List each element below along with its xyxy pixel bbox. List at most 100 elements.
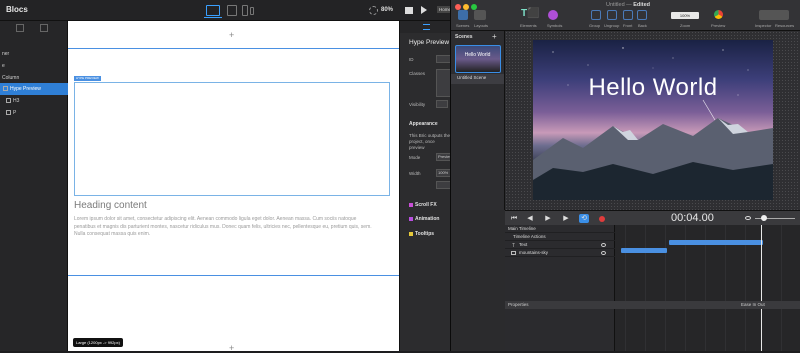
front-icon[interactable] <box>623 10 633 20</box>
tree-item-container[interactable]: ner <box>0 48 68 60</box>
elements-icon[interactable]: T⬛ <box>521 8 540 19</box>
zoom-label: Zoom <box>680 23 691 28</box>
timeline-actions-row[interactable]: Timeline Actions <box>505 233 615 241</box>
layer-row-text[interactable]: Text <box>505 241 615 249</box>
properties-label: Properties <box>508 302 529 307</box>
group-label: Group <box>589 23 601 28</box>
add-bloc-icon[interactable]: + <box>229 343 234 353</box>
id-field[interactable] <box>436 55 451 63</box>
phone-view-icon[interactable] <box>250 7 254 15</box>
scroll-fx-icon <box>409 203 413 207</box>
desktop-view-icon[interactable] <box>204 5 222 18</box>
add-scene-icon[interactable]: + <box>492 32 497 41</box>
page-canvas[interactable]: + HYPE PREVIEW Heading content Lorem ips… <box>68 21 399 353</box>
heading[interactable]: Heading content <box>74 200 147 211</box>
eye-icon[interactable] <box>745 216 751 220</box>
eye-icon[interactable] <box>601 251 606 255</box>
layer-tree-sidebar: ner e Column Hype Preview H3 P <box>0 21 68 351</box>
tablet-portrait-view-icon[interactable] <box>242 5 248 16</box>
width-field[interactable]: 100% <box>436 169 451 177</box>
slider-knob[interactable] <box>761 215 767 221</box>
classes-field[interactable] <box>436 69 451 97</box>
id-label: ID <box>409 57 414 62</box>
ease-label[interactable]: Ease In Out <box>741 301 765 309</box>
width-label: Width <box>409 171 421 176</box>
zoom-icon[interactable] <box>369 6 378 15</box>
paragraph[interactable]: Lorem ipsum dolor sit amet, consectetur … <box>74 216 374 239</box>
timeline-layers: Main Timeline Timeline Actions Text T mo… <box>505 225 615 351</box>
record-icon[interactable] <box>599 216 605 222</box>
inspector-resources-toggle[interactable] <box>759 10 789 20</box>
step-forward-icon[interactable]: ▶ <box>561 214 571 223</box>
add-bloc-icon[interactable]: + <box>229 30 234 40</box>
play-icon[interactable] <box>421 6 427 14</box>
grid-line <box>645 225 646 351</box>
current-time[interactable]: 00:04.00 <box>671 212 714 224</box>
app-title: Blocs <box>6 5 28 14</box>
blocs-window: Blocs 80% ner e Column Hype Preview H3 P… <box>0 0 454 353</box>
scene-thumbnail[interactable]: Hello World <box>455 45 501 73</box>
menu-icon[interactable] <box>423 24 430 30</box>
bric-icon <box>3 86 8 92</box>
mode-select[interactable]: Preview <box>436 153 452 161</box>
tablet-landscape-view-icon[interactable] <box>227 5 237 16</box>
timeline-panel: Main Timeline Timeline Actions Text T mo… <box>505 225 800 351</box>
scenes-header: Scenes <box>455 34 473 40</box>
main-timeline-row[interactable]: Main Timeline <box>505 225 615 233</box>
stage-text[interactable]: Hello World <box>533 74 773 102</box>
inspector-panel: Hype Preview ID Classes Visibility Appea… <box>399 21 452 351</box>
eye-icon[interactable] <box>601 243 606 247</box>
width-unit-field[interactable] <box>436 181 451 189</box>
bric-tag: HYPE PREVIEW <box>74 76 101 81</box>
front-label: Front <box>623 23 633 28</box>
visibility-toggle[interactable] <box>436 100 448 108</box>
hype-window: Untitled — Edited Scenes Layouts T⬛ Elem… <box>450 0 800 351</box>
playhead[interactable] <box>761 225 762 351</box>
animation-section[interactable]: Animation <box>415 216 439 222</box>
scene-name-row[interactable]: Untitled Scene <box>451 74 504 84</box>
blocs-toolbar: Blocs 80% <box>0 0 450 21</box>
tree-item-hype-preview[interactable]: Hype Preview <box>0 83 68 95</box>
inspector-title: Hype Preview <box>409 39 450 46</box>
text-icon <box>6 98 11 104</box>
tree-item-h3[interactable]: H3 <box>0 95 68 107</box>
resources-label: Resources <box>775 23 795 28</box>
text-animation-track[interactable] <box>669 240 763 245</box>
stop-icon[interactable] <box>405 7 413 14</box>
back-icon[interactable] <box>637 10 647 20</box>
tree-item-p[interactable]: P <box>0 107 68 119</box>
scroll-fx-section[interactable]: Scroll FX <box>415 202 437 208</box>
mode-label: Mode <box>409 155 421 160</box>
layouts-icon[interactable] <box>474 10 486 20</box>
go-to-start-icon[interactable]: ⏮ <box>509 214 519 223</box>
tooltips-icon <box>409 232 413 236</box>
mountains-sky-image[interactable] <box>533 40 773 200</box>
layer-row-mountains-sky[interactable]: mountains-sky <box>505 249 615 257</box>
layer-name: mountains-sky <box>519 250 549 255</box>
tree-item-label: H3 <box>13 98 20 104</box>
play-icon[interactable]: ▶ <box>543 214 553 223</box>
preview-browser-icon[interactable] <box>714 10 723 19</box>
sidebar-tab-icon[interactable] <box>40 24 48 32</box>
zoom-level[interactable]: 80% <box>381 7 393 13</box>
scenes-icon[interactable] <box>458 10 468 20</box>
grid-line <box>665 225 666 351</box>
tree-item-row[interactable]: e <box>0 60 68 72</box>
tree-item-label: ner <box>2 51 10 57</box>
sidebar-tab-icon[interactable] <box>16 24 24 32</box>
step-back-icon[interactable]: ◀ <box>525 214 535 223</box>
ungroup-icon[interactable] <box>607 10 617 20</box>
tooltips-section[interactable]: Tooltips <box>415 231 434 237</box>
properties-header[interactable]: Properties Ease In Out <box>505 301 800 309</box>
mountains-animation-track[interactable] <box>621 248 667 253</box>
scene-stage[interactable]: Hello World <box>533 40 773 200</box>
zoom-select[interactable]: 100% <box>671 12 699 19</box>
group-icon[interactable] <box>591 10 601 20</box>
scenes-panel: Scenes + Hello World Untitled Scene <box>451 31 505 210</box>
tree-item-label: P <box>13 110 17 116</box>
loop-icon[interactable]: ⟲ <box>579 214 589 223</box>
symbols-icon[interactable] <box>548 10 558 20</box>
ungroup-label: Ungroup <box>604 23 620 28</box>
hype-preview-frame[interactable] <box>74 82 390 196</box>
breakpoint-label: Large (1200px -> 992px) <box>73 338 123 347</box>
